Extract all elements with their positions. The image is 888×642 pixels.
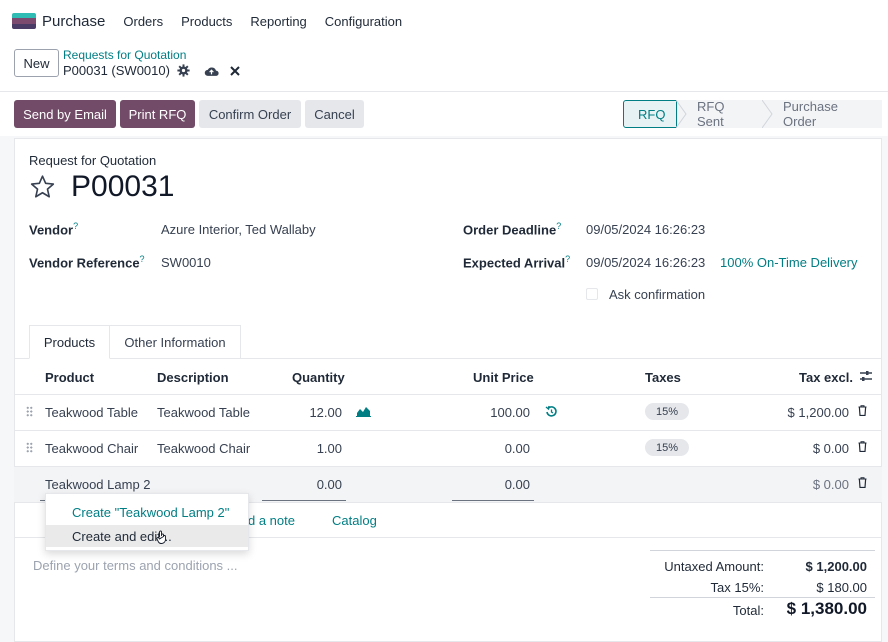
drag-handle-icon[interactable] <box>26 406 33 417</box>
column-unit-price[interactable]: Unit Price <box>473 370 534 385</box>
create-and-edit-option[interactable]: Create and edit... <box>46 525 248 547</box>
row3-unit-price[interactable]: 0.00 <box>440 477 530 492</box>
menu-products[interactable]: Products <box>181 14 232 29</box>
step-rfq-sent[interactable]: RFQ Sent <box>677 99 763 129</box>
expected-arrival-label: Expected Arrival? <box>463 254 571 271</box>
menu-orders[interactable]: Orders <box>123 14 163 29</box>
untaxed-amount-value: $ 1,200.00 <box>805 559 867 574</box>
tax-label: Tax 15%: <box>710 580 764 595</box>
tax-value: $ 180.00 <box>816 580 867 595</box>
doc-type-label: Request for Quotation <box>29 153 157 168</box>
column-description[interactable]: Description <box>157 370 229 385</box>
row3-quantity[interactable]: 0.00 <box>262 477 342 492</box>
ask-confirmation-checkbox[interactable] <box>586 288 598 300</box>
row1-description[interactable]: Teakwood Table <box>157 405 250 420</box>
record-name: P00031 (SW0010) <box>63 63 170 78</box>
print-rfq-button[interactable]: Print RFQ <box>120 100 195 128</box>
status-steps: RFQ RFQ Sent Purchase Order <box>623 99 882 129</box>
column-product[interactable]: Product <box>45 370 94 385</box>
control-panel: New Requests for Quotation P00031 (SW001… <box>0 42 888 92</box>
tab-other-information[interactable]: Other Information <box>110 325 241 359</box>
purchase-app-icon[interactable] <box>12 13 36 29</box>
row3-subtotal: $ 0.00 <box>812 477 849 492</box>
cancel-button[interactable]: Cancel <box>305 100 364 128</box>
gear-icon[interactable] <box>177 64 190 77</box>
terms-conditions-input[interactable]: Define your terms and conditions ... <box>33 558 238 573</box>
row-divider <box>14 394 882 395</box>
drag-handle-icon[interactable] <box>26 442 33 453</box>
tax-badge[interactable]: 15% <box>645 439 689 456</box>
ask-confirmation-label: Ask confirmation <box>609 287 706 302</box>
row1-product[interactable]: Teakwood Table <box>45 405 138 420</box>
trash-icon[interactable] <box>858 441 867 452</box>
step-rfq[interactable]: RFQ <box>623 100 677 128</box>
vendor-reference-field[interactable]: SW0010 <box>161 255 211 270</box>
history-icon[interactable] <box>545 405 558 418</box>
column-taxes[interactable]: Taxes <box>645 370 681 385</box>
cloud-upload-icon[interactable] <box>204 65 219 77</box>
menu-reporting[interactable]: Reporting <box>250 14 306 29</box>
input-underline <box>452 500 534 501</box>
record-title: P00031 (SW0010) <box>63 63 240 78</box>
trash-icon[interactable] <box>858 405 867 416</box>
order-deadline-label: Order Deadline? <box>463 221 562 238</box>
create-option[interactable]: Create "Teakwood Lamp 2" <box>46 501 248 523</box>
row1-subtotal: $ 1,200.00 <box>787 405 849 420</box>
on-time-delivery-badge[interactable]: 100% On-Time Delivery <box>720 255 858 270</box>
tax-badge[interactable]: 15% <box>645 403 689 420</box>
menu-configuration[interactable]: Configuration <box>325 14 402 29</box>
forecast-chart-icon[interactable] <box>356 405 371 417</box>
untaxed-amount-label: Untaxed Amount: <box>664 559 764 574</box>
new-button[interactable]: New <box>14 49 59 77</box>
trash-icon[interactable] <box>858 477 867 488</box>
column-quantity[interactable]: Quantity <box>292 370 345 385</box>
hand-cursor-icon <box>156 530 166 544</box>
totals-divider <box>650 550 875 551</box>
product-input[interactable]: Teakwood Lamp 2 <box>45 477 151 492</box>
step-purchase-order[interactable]: Purchase Order <box>763 99 882 129</box>
order-deadline-field[interactable]: 09/05/2024 16:26:23 <box>586 222 708 237</box>
totals-divider <box>650 597 875 598</box>
row2-subtotal: $ 0.00 <box>812 441 849 456</box>
column-tax-excl[interactable]: Tax excl. <box>799 370 853 385</box>
vendor-field[interactable]: Azure Interior, Ted Wallaby <box>161 222 316 237</box>
send-by-email-button[interactable]: Send by Email <box>14 100 116 128</box>
step-divider <box>676 100 687 128</box>
breadcrumb-rfq[interactable]: Requests for Quotation <box>63 48 186 62</box>
app-name[interactable]: Purchase <box>42 13 105 30</box>
row1-unit-price[interactable]: 100.00 <box>440 405 530 420</box>
vendor-reference-label: Vendor Reference? <box>29 254 145 271</box>
input-underline <box>262 500 346 501</box>
add-note-link[interactable]: d a note <box>248 513 295 528</box>
total-value: $ 1,380.00 <box>786 599 867 618</box>
row2-quantity[interactable]: 1.00 <box>262 441 342 456</box>
star-icon[interactable] <box>29 174 56 200</box>
confirm-order-button[interactable]: Confirm Order <box>199 100 301 128</box>
row2-unit-price[interactable]: 0.00 <box>440 441 530 456</box>
optional-columns-icon[interactable] <box>859 370 873 383</box>
vendor-label: Vendor? <box>29 221 79 238</box>
tab-products[interactable]: Products <box>29 325 110 359</box>
autocomplete-dropdown: Create "Teakwood Lamp 2" Create and edit… <box>45 493 249 551</box>
expected-arrival-field[interactable]: 09/05/2024 16:26:23 <box>586 255 708 270</box>
step-divider <box>762 100 773 128</box>
row2-description[interactable]: Teakwood Chair <box>157 441 250 456</box>
close-icon[interactable] <box>230 65 240 76</box>
top-navbar: Purchase Orders Products Reporting Confi… <box>0 0 888 42</box>
row1-quantity[interactable]: 12.00 <box>262 405 342 420</box>
row-divider <box>14 430 882 431</box>
catalog-link[interactable]: Catalog <box>332 513 377 528</box>
record-title-large: P00031 <box>71 170 175 203</box>
row2-product[interactable]: Teakwood Chair <box>45 441 138 456</box>
